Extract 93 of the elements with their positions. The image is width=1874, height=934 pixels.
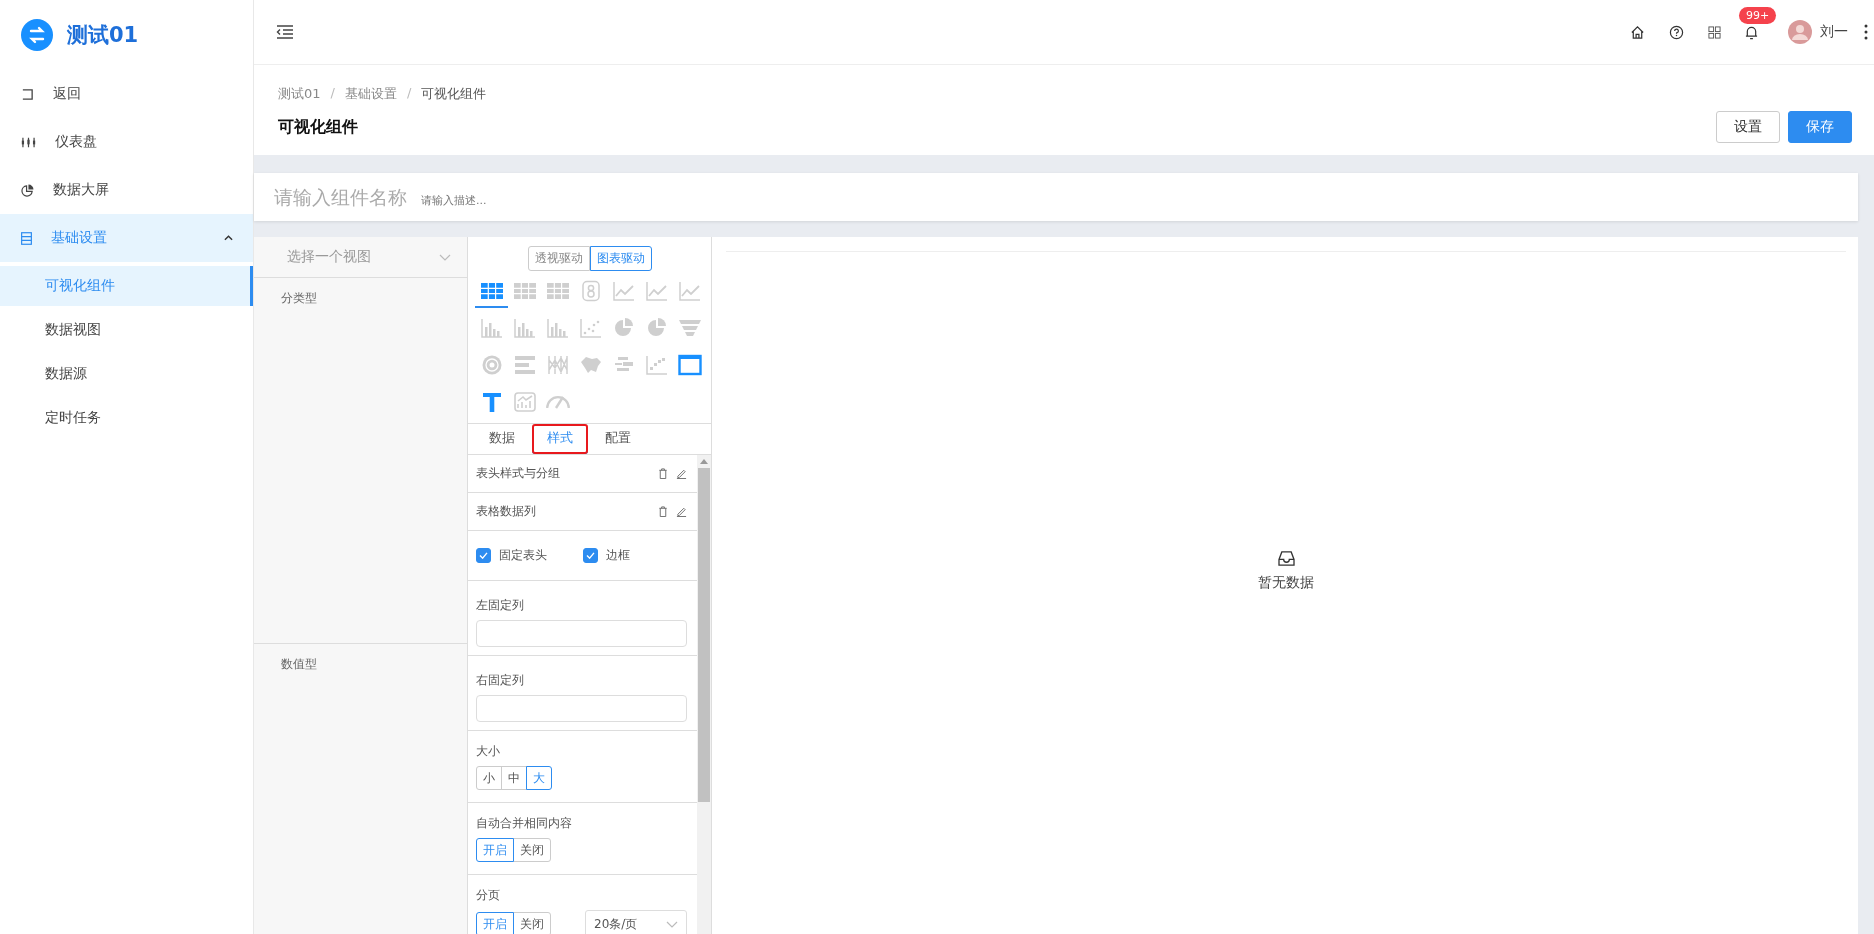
step-chart-icon xyxy=(644,354,669,376)
segment-button[interactable]: 开启 xyxy=(476,912,514,934)
field-label: 大小 xyxy=(476,743,501,760)
logo-icon xyxy=(21,19,53,51)
scroll-up-icon[interactable] xyxy=(700,459,708,464)
field-label: 右固定列 xyxy=(476,672,525,689)
check-icon xyxy=(586,552,595,559)
field-label: 左固定列 xyxy=(476,597,525,614)
line-chart-icon xyxy=(644,280,669,302)
chevron-down-icon xyxy=(666,920,678,928)
checkbox-label: 固定表头 xyxy=(499,547,547,564)
bar-chart-icon xyxy=(512,317,537,339)
breadcrumb-link[interactable]: 测试01 xyxy=(278,85,321,103)
form-icon xyxy=(21,231,32,245)
line-chart-icon xyxy=(611,280,636,302)
field-label: 分页 xyxy=(476,887,501,904)
breadcrumb-link[interactable]: 基础设置 xyxy=(344,85,397,103)
table-chart-icon xyxy=(479,280,504,302)
menu-icon[interactable] xyxy=(276,25,294,39)
segment-button[interactable]: 中 xyxy=(501,766,527,790)
scrollbar[interactable] xyxy=(697,455,711,934)
empty-inbox-icon xyxy=(1277,551,1295,566)
menu-label: 仪表盘 xyxy=(55,133,98,151)
scatter-chart-icon xyxy=(578,317,603,339)
checkbox[interactable] xyxy=(583,548,598,563)
trash-icon[interactable] xyxy=(658,467,668,479)
image-chart-icon xyxy=(512,391,537,413)
edit-icon[interactable] xyxy=(676,505,687,517)
bell-icon[interactable] xyxy=(1745,24,1758,40)
submenu-item[interactable]: 数据视图 xyxy=(0,310,253,350)
more-icon[interactable] xyxy=(1864,24,1868,40)
panel-tab[interactable]: 样式 xyxy=(532,424,588,454)
gauge-chart-icon xyxy=(545,395,570,409)
segment-button[interactable]: 开启 xyxy=(476,838,514,862)
settings-button[interactable]: 设置 xyxy=(1716,111,1780,143)
bar-chart-icon xyxy=(545,317,570,339)
field-label: 自动合并相同内容 xyxy=(476,815,573,832)
breadcrumb-separator: / xyxy=(406,85,412,102)
pie-icon xyxy=(21,183,34,197)
edit-icon[interactable] xyxy=(676,467,687,479)
help-icon[interactable] xyxy=(1669,24,1684,40)
bar-chart-icon xyxy=(479,317,504,339)
sliders-icon xyxy=(21,135,36,149)
app-title: 测试01 xyxy=(67,22,139,49)
notification-badge: 99+ xyxy=(1739,6,1777,24)
page-size-select[interactable]: 20条/页 xyxy=(585,910,687,934)
mode-button[interactable]: 透视驱动 xyxy=(527,246,590,271)
checkbox[interactable] xyxy=(476,548,491,563)
panel-tab[interactable]: 数据 xyxy=(474,424,530,454)
trash-icon[interactable] xyxy=(658,505,668,517)
segment-button[interactable]: 小 xyxy=(476,766,502,790)
check-icon xyxy=(479,552,488,559)
description-field[interactable]: 请输入描述... xyxy=(419,192,623,208)
panel-tab[interactable]: 配置 xyxy=(590,424,646,454)
breadcrumb-separator: / xyxy=(330,85,335,102)
table-chart-icon xyxy=(545,280,570,302)
segment-button[interactable]: 关闭 xyxy=(513,912,551,934)
breadcrumb-link[interactable]: 可视化组件 xyxy=(421,85,487,103)
sidebar-item[interactable]: 数据大屏 xyxy=(0,166,253,214)
hbar-chart-icon xyxy=(512,354,537,376)
checkbox-label: 边框 xyxy=(606,547,630,564)
table-chart-icon xyxy=(512,280,537,302)
home-icon[interactable] xyxy=(1630,24,1645,40)
segment-button[interactable]: 关闭 xyxy=(513,838,551,862)
view-select-placeholder: 选择一个视图 xyxy=(287,248,371,266)
name-field[interactable]: 请输入组件名称 xyxy=(272,185,411,209)
segment-button[interactable]: 大 xyxy=(526,766,552,790)
avatar[interactable] xyxy=(1788,20,1812,44)
section-label: 表格数据列 xyxy=(476,502,537,520)
page-title: 可视化组件 xyxy=(278,116,358,138)
funnel-chart-icon xyxy=(677,317,702,339)
section-label: 表头样式与分组 xyxy=(476,464,561,482)
sidebar-item[interactable]: 仪表盘 xyxy=(0,118,253,166)
return-icon xyxy=(21,87,34,101)
mode-button[interactable]: 图表驱动 xyxy=(589,246,652,271)
sidebar-item[interactable]: 返回 xyxy=(0,70,253,118)
menu-label: 基础设置 xyxy=(51,229,108,247)
chevron-down-icon xyxy=(439,253,451,261)
apps-icon[interactable] xyxy=(1708,25,1721,39)
menu-label: 返回 xyxy=(53,85,82,103)
input-field[interactable] xyxy=(476,620,687,647)
frame-chart-icon xyxy=(677,354,702,376)
field-group-label: 数值型 xyxy=(281,657,317,671)
empty-text: 暂无数据 xyxy=(1258,574,1314,592)
submenu-item[interactable]: 数据源 xyxy=(0,354,253,394)
parallel-chart-icon xyxy=(545,354,570,376)
map-chart-icon xyxy=(578,354,603,376)
user-name[interactable]: 刘一 xyxy=(1820,23,1848,41)
submenu-item[interactable]: 定时任务 xyxy=(0,398,253,438)
input-field[interactable] xyxy=(476,695,687,722)
menu-label: 数据大屏 xyxy=(53,181,110,199)
line-chart-icon xyxy=(677,280,702,302)
field-group-label: 分类型 xyxy=(281,291,317,305)
